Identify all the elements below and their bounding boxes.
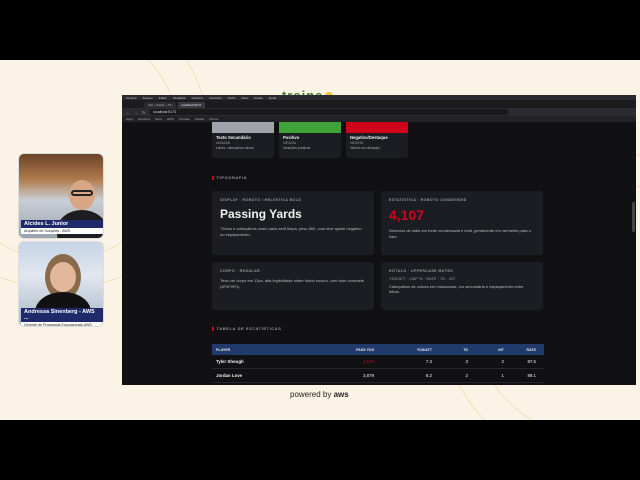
section-label-stats-table: TABELA DE ESTATÍSTICAS [212, 326, 282, 331]
menu-item[interactable]: Chrome [126, 96, 137, 100]
column-header[interactable]: TD [432, 348, 468, 352]
menu-item[interactable]: Visualizar [173, 96, 186, 100]
card-display: DISPLAY · ROBOTO / HELVETICA BOLD Passin… [212, 191, 374, 255]
webinar-stage: treina Alcides L. Junior Arquiteto de So… [0, 60, 640, 420]
column-header[interactable]: INT [468, 348, 504, 352]
participant-role: Gerente de Programas Educacionais AWS [21, 322, 103, 326]
bookmark-item[interactable]: Outros [209, 117, 218, 121]
powered-by-aws: powered by aws [290, 390, 349, 399]
card-kicker: CORPO · REGULAR [220, 269, 261, 273]
card-description: Cabeçalhos de coluna em maiúsculas, cor … [389, 283, 524, 295]
bookmark-item[interactable]: Console [179, 117, 190, 121]
back-icon[interactable]: ← [126, 110, 130, 115]
powered-by-text: powered by [290, 390, 332, 399]
card-kicker: DISPLAY · ROBOTO / HELVETICA BOLD [220, 198, 302, 202]
browser-tab[interactable]: Vite + React + TS [144, 102, 176, 108]
cell-yds-att: 7.3 [425, 359, 432, 364]
swatch-title: Negativo/Destaque [350, 135, 388, 140]
forward-icon[interactable]: → [134, 110, 138, 115]
cell-rate: 88.1 [527, 373, 536, 378]
menu-item[interactable]: Guia [241, 96, 247, 100]
card-description: Títulos e cabeçalhos usam sans-serif lim… [220, 226, 362, 237]
page-scrollbar[interactable] [632, 202, 635, 232]
card-statistic: ESTATÍSTICA · ROBOTO CONDENSED 4,107 Núm… [381, 191, 543, 255]
participant-name: Andressa Sinenberg - AWS ... [21, 308, 103, 322]
color-swatches: Texto Secundário #A0A4AB Labels, cabeçal… [212, 122, 408, 158]
swatch-title: Texto Secundário [216, 135, 251, 140]
participant-role: Arquiteto de Soluções - AWS [21, 228, 103, 234]
swatch-usage: Valores em destaque [350, 146, 380, 150]
reload-icon[interactable]: ↻ [142, 110, 145, 115]
menu-item[interactable]: Perfis [228, 96, 236, 100]
browser-tab-active[interactable]: localhost:5173 [177, 102, 205, 108]
cell-td: 3 [465, 359, 468, 364]
participant-face [50, 262, 76, 292]
swatch-positive: Positivo #3FA33A Variações positivas [279, 122, 341, 158]
label-sample: YDS/ATT · CMP % · RATE · TD · INT [389, 276, 456, 281]
table-header-row: PLAYER PASS YDS YDS/ATT TD INT RATE [212, 344, 544, 355]
card-label: RÓTULO · UPPERCASE MUTED YDS/ATT · CMP %… [381, 262, 543, 310]
stats-table: PLAYER PASS YDS YDS/ATT TD INT RATE Tyle… [212, 344, 544, 383]
table-row[interactable]: Jordan Love 3,879 8.2 2 1 88.1 [212, 369, 544, 383]
letterbox-bottom [0, 420, 640, 480]
column-header[interactable]: RATE [504, 348, 540, 352]
menu-item[interactable]: Janela [254, 96, 263, 100]
card-description: Números de stats em fonte condensada e b… [389, 228, 531, 239]
swatch-usage: Variações positivas [283, 146, 311, 150]
bookmark-item[interactable]: AWS [167, 117, 174, 121]
section-label-typography: TIPOGRAFIA [212, 175, 247, 180]
aws-logo: aws [333, 390, 349, 399]
swatch-title: Positivo [283, 135, 300, 140]
cell-yds-att: 8.2 [425, 373, 432, 378]
cell-pass-yds: 3,879 [363, 373, 374, 378]
bookmark-item[interactable]: GitHub [195, 117, 204, 121]
card-kicker: RÓTULO · UPPERCASE MUTED [389, 269, 454, 273]
swatch-negative: Negativo/Destaque #D0021B Valores em des… [346, 122, 408, 158]
menu-item[interactable]: Histórico [192, 96, 204, 100]
glasses-icon [71, 190, 93, 196]
participant-name-tag: Andressa Sinenberg - AWS ... Gerente de … [21, 308, 103, 326]
participant-name-tag: Alcides L. Junior Arquiteto de Soluções … [21, 220, 103, 234]
swatch-color [346, 122, 408, 133]
swatch-secondary-text: Texto Secundário #A0A4AB Labels, cabeçal… [212, 122, 274, 158]
column-header[interactable]: PLAYER [212, 348, 316, 352]
participant-name: Alcides L. Junior [21, 220, 103, 228]
cell-int: 2 [501, 359, 504, 364]
letterbox-top [0, 0, 640, 60]
bookmark-item[interactable]: Apps [126, 117, 133, 121]
card-kicker: ESTATÍSTICA · ROBOTO CONDENSED [389, 198, 467, 202]
cell-int: 1 [501, 373, 504, 378]
address-bar[interactable]: localhost:5173 [149, 109, 510, 115]
menu-item[interactable]: Favoritos [209, 96, 221, 100]
cell-player: Jordan Love [216, 373, 243, 378]
bookmark-item[interactable]: Favoritos [138, 117, 150, 121]
bookmark-item[interactable]: Docs [155, 117, 162, 121]
column-header[interactable]: YDS/ATT [374, 348, 432, 352]
swatch-usage: Labels, cabeçalhos coluna [216, 146, 254, 150]
participant-video-2: Andressa Sinenberg - AWS ... Gerente de … [18, 241, 104, 327]
display-sample: Passing Yards [220, 207, 302, 221]
table-row[interactable]: Tyler Shough 4,107 7.3 3 2 87.6 [212, 355, 544, 369]
menu-item[interactable]: Ajuda [269, 96, 277, 100]
cell-rate: 87.6 [527, 359, 536, 364]
card-body: CORPO · REGULAR Texto de corpo em 13px, … [212, 262, 374, 310]
card-description: Texto de corpo em 13px, alta legibilidad… [220, 278, 365, 289]
shared-browser-window: Chrome Arquivo Editar Visualizar Históri… [122, 95, 636, 385]
stat-sample: 4,107 [389, 207, 425, 223]
browser-tabbar: Vite + React + TS localhost:5173 [122, 100, 636, 108]
menu-item[interactable]: Editar [159, 96, 167, 100]
cell-td: 2 [465, 373, 468, 378]
browser-toolbar: ← → ↻ localhost:5173 [122, 108, 636, 116]
cell-player: Tyler Shough [216, 359, 244, 364]
cell-pass-yds: 4,107 [363, 359, 374, 364]
swatch-color [212, 122, 274, 133]
page-content: Texto Secundário #A0A4AB Labels, cabeçal… [122, 122, 636, 385]
column-header[interactable]: PASS YDS [316, 348, 374, 352]
menu-item[interactable]: Arquivo [143, 96, 153, 100]
participant-video-1: Alcides L. Junior Arquiteto de Soluções … [18, 153, 104, 239]
swatch-color [279, 122, 341, 133]
